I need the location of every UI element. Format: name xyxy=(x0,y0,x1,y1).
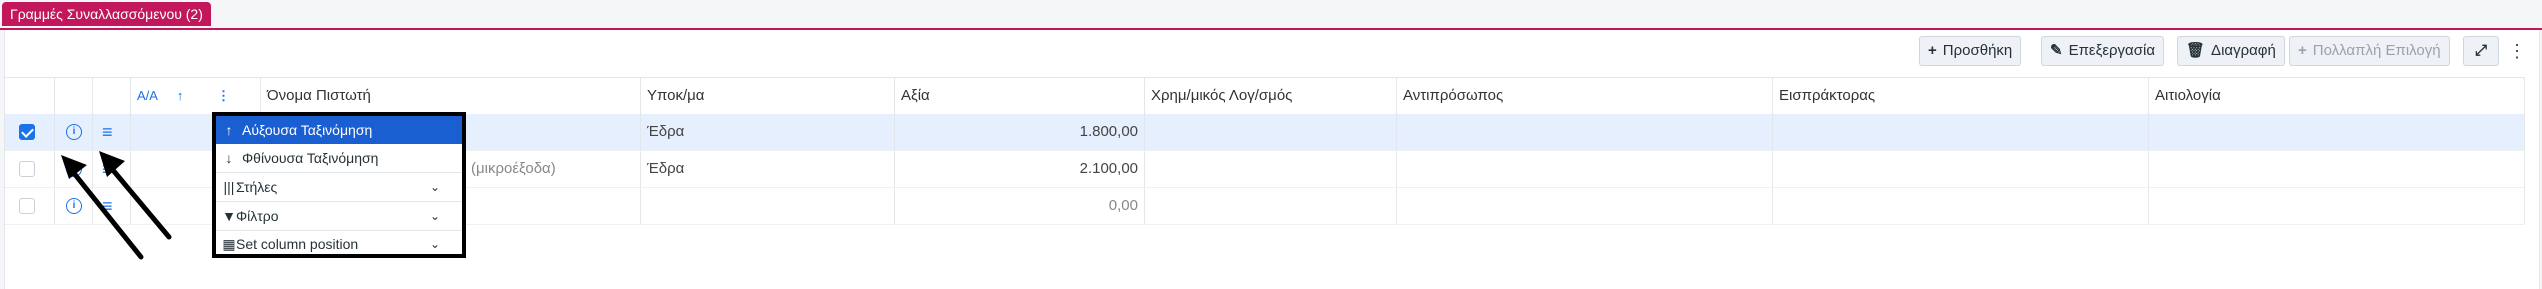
menu-item-label: Set column position xyxy=(236,236,359,252)
tab-bar: Γραμμές Συναλλασσόμενου (2) xyxy=(0,0,2542,30)
header-info xyxy=(55,78,93,114)
header-aa-label: Α/Α xyxy=(137,88,158,103)
add-button-label: Προσθήκη xyxy=(1942,42,2013,59)
arrow-down-icon: ↓ xyxy=(225,150,233,166)
menu-item-label: Φθίνουσα Ταξινόμηση xyxy=(242,150,379,166)
row-representative xyxy=(1397,151,1773,187)
menu-item-sort-descending[interactable]: ↓ Φθίνουσα Ταξινόμηση xyxy=(216,144,462,172)
header-creditor-name[interactable]: Όνομα Πιστωτή xyxy=(261,78,641,114)
table-icon: ▦ xyxy=(222,236,236,252)
pencil-icon: ✎ xyxy=(2050,42,2063,59)
edit-button[interactable]: ✎ Επεξεργασία xyxy=(2041,36,2164,66)
plus-icon: + xyxy=(1928,42,1937,59)
chevron-down-icon: ⌄ xyxy=(429,209,440,223)
row-reason xyxy=(2149,151,2525,187)
row-checkbox[interactable] xyxy=(19,161,35,177)
column-context-menu: ↑ Αύξουσα Ταξινόμηση ↓ Φθίνουσα Ταξινόμη… xyxy=(212,112,466,258)
row-checkbox[interactable] xyxy=(19,198,35,214)
header-value[interactable]: Αξία xyxy=(895,78,1145,114)
sort-up-icon: ↑ xyxy=(176,88,184,103)
row-representative xyxy=(1397,114,1773,150)
header-branch[interactable]: Υποκ/μα xyxy=(641,78,895,114)
row-select-cell xyxy=(5,114,55,150)
expand-icon: ⤢ xyxy=(2474,42,2487,59)
grid-header: Α/Α ↑ ⋮ Όνομα Πιστωτή Υποκ/μα Αξία Χρημ/… xyxy=(5,77,2525,115)
delete-button[interactable]: 🗑 Διαγραφή xyxy=(2177,36,2285,66)
row-value: 1.800,00 xyxy=(895,114,1145,150)
row-collector xyxy=(1773,151,2149,187)
row-select-cell xyxy=(5,151,55,187)
trash-icon: 🗑 xyxy=(2186,42,2206,59)
row-collector xyxy=(1773,188,2149,224)
row-representative xyxy=(1397,188,1773,224)
row-financial-officer xyxy=(1145,151,1397,187)
more-options-icon[interactable]: ⋮ xyxy=(2507,36,2527,66)
menu-item-columns[interactable]: ||| Στήλες ⌄ xyxy=(216,173,462,201)
row-reason xyxy=(2149,188,2525,224)
row-reason xyxy=(2149,114,2525,150)
row-financial-officer xyxy=(1145,114,1397,150)
plus-icon: + xyxy=(2298,42,2307,59)
row-collector xyxy=(1773,114,2149,150)
delete-button-label: Διαγραφή xyxy=(2211,42,2276,59)
menu-item-label: Αύξουσα Ταξινόμηση xyxy=(242,122,373,138)
menu-item-set-column-position[interactable]: ▦ Set column position ⌄ xyxy=(216,230,462,258)
filter-icon: ▼ xyxy=(222,208,236,224)
chevron-down-icon: ⌄ xyxy=(429,237,440,251)
tab-party-lines[interactable]: Γραμμές Συναλλασσόμενου (2) xyxy=(2,2,211,26)
arrowhead-menu xyxy=(99,151,125,177)
edit-button-label: Επεξεργασία xyxy=(2068,42,2155,59)
multi-select-button-label: Πολλαπλή Επιλογή xyxy=(2312,42,2441,59)
chevron-down-icon: ⌄ xyxy=(429,180,440,194)
menu-item-sort-ascending[interactable]: ↑ Αύξουσα Ταξινόμηση xyxy=(216,116,462,144)
multi-select-button[interactable]: + Πολλαπλή Επιλογή xyxy=(2289,36,2450,66)
arrow-up-icon: ↑ xyxy=(225,122,233,138)
menu-item-filter[interactable]: ▼ Φίλτρο ⌄ xyxy=(216,202,462,230)
row-branch xyxy=(641,188,895,224)
header-select[interactable] xyxy=(5,78,55,114)
row-select-cell xyxy=(5,188,55,224)
header-aa[interactable]: Α/Α ↑ ⋮ xyxy=(131,78,261,114)
column-menu-icon[interactable]: ⋮ xyxy=(217,88,230,103)
row-checkbox[interactable] xyxy=(19,124,35,140)
row-value: 0,00 xyxy=(895,188,1145,224)
row-branch: Έδρα xyxy=(641,151,895,187)
header-menu xyxy=(93,78,131,114)
arrow-to-info-icon xyxy=(66,164,144,260)
expand-button[interactable]: ⤢ xyxy=(2463,36,2499,66)
header-representative[interactable]: Αντιπρόσωπος xyxy=(1397,78,1773,114)
add-button[interactable]: + Προσθήκη xyxy=(1919,36,2022,66)
row-branch: Έδρα xyxy=(641,114,895,150)
header-collector[interactable]: Εισπράκτορας xyxy=(1773,78,2149,114)
annotation-arrows xyxy=(61,151,172,260)
row-financial-officer xyxy=(1145,188,1397,224)
row-value: 2.100,00 xyxy=(895,151,1145,187)
header-reason[interactable]: Αιτιολογία xyxy=(2149,78,2525,114)
columns-icon: ||| xyxy=(223,179,235,195)
menu-item-label: Φίλτρο xyxy=(236,208,279,224)
menu-item-label: Στήλες xyxy=(236,179,278,195)
header-financial-officer[interactable]: Χρημ/μικός Λογ/σμός xyxy=(1145,78,1397,114)
